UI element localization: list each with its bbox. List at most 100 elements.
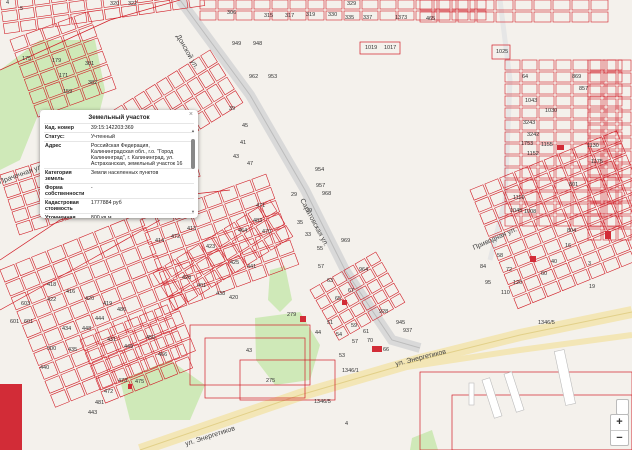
parcel-number-label: 63 — [327, 278, 333, 284]
parcel-number-label: 801 — [569, 182, 578, 188]
parcel-number-label: 472 — [104, 389, 113, 395]
popup-field-label: Адрес — [44, 141, 90, 169]
popup-scrollbar[interactable]: ▲ ▼ — [191, 128, 195, 214]
parcel-number-label: 937 — [403, 328, 412, 334]
zoom-out-button[interactable]: − — [611, 431, 628, 446]
parcel-number-label: 945 — [396, 320, 405, 326]
popup-field-label: Кадастровая стоимость — [44, 198, 90, 214]
parcel-number-label: 3242 — [527, 132, 539, 138]
parcel-number-label: 472 — [171, 234, 180, 240]
parcel-number-label: 422 — [47, 297, 56, 303]
parcel-number-label: 964 — [359, 267, 368, 273]
parcel-number-label: 1019 — [365, 45, 377, 51]
popup-field-label: Статус: — [44, 132, 90, 142]
parcel-number-label: 1346/5 — [538, 320, 555, 326]
parcel-number-label: 4 — [6, 0, 9, 6]
popup-field-value: 800 кв м — [89, 213, 194, 218]
parcel-number-label: 431 — [107, 337, 116, 343]
parcel-number-label: 65 — [335, 296, 341, 302]
parcel-number-label: 58 — [497, 253, 503, 259]
parcel-number-label: 19 — [589, 284, 595, 290]
parcel-number-label: 928 — [379, 309, 388, 315]
parcel-number-label: 315 — [264, 13, 273, 19]
parcel-number-label: 954 — [315, 167, 324, 173]
close-icon[interactable]: × — [189, 111, 193, 118]
parcel-number-label: 175 — [22, 56, 31, 62]
parcel-number-label: 481 — [95, 400, 104, 406]
parcel-number-label: 59 — [351, 323, 357, 329]
popup-field-value: - — [89, 183, 194, 199]
parcel-number-label: 330 — [328, 12, 337, 18]
parcel-number-label: 953 — [268, 74, 277, 80]
parcel-number-label: 401 — [197, 283, 206, 289]
parcel-number-label: 1373 — [395, 15, 407, 21]
parcel-number-label: 471 — [256, 203, 265, 209]
parcel-number-label: 420 — [85, 296, 94, 302]
zoom-control: + − — [610, 414, 629, 446]
parcel-number-label: 64 — [522, 74, 528, 80]
parcel-number-label: 1130 — [587, 143, 599, 149]
parcel-number-label: 3 — [588, 261, 591, 267]
popup-row: Кадастровая стоимость 1777884 руб — [44, 198, 194, 214]
popup-field-label: Категория земель — [44, 168, 90, 184]
scroll-down-icon[interactable]: ▼ — [191, 209, 195, 214]
parcel-info-popup: Земельный участок × Кад. номер 39:15:1422… — [40, 110, 198, 218]
parcel-number-label: 601 — [10, 319, 19, 325]
parcel-number-label: 51 — [327, 320, 333, 326]
parcel-number-label: 60 — [541, 271, 547, 277]
zoom-in-button[interactable]: + — [611, 415, 628, 431]
popup-field-value: Земли населенных пунктов — [89, 168, 194, 184]
parcel-number-label: 416 — [66, 289, 75, 295]
parcel-number-label: 857 — [579, 86, 588, 92]
popup-field-value: Учтенный — [89, 132, 194, 142]
parcel-number-label: 441 — [247, 264, 256, 270]
parcel-number-label: 1346/5 — [314, 399, 331, 405]
parcel-number-label: 804 — [567, 228, 576, 234]
parcel-number-label: 61 — [363, 329, 369, 335]
parcel-number-label: 969 — [341, 238, 350, 244]
parcel-number-label: 1116 — [513, 195, 524, 201]
parcel-number-label: 466 — [158, 352, 167, 358]
scroll-up-icon[interactable]: ▲ — [191, 128, 195, 133]
parcel-number-label: 1175 — [591, 159, 603, 165]
parcel-number-label: 171 — [59, 73, 68, 79]
parcel-number-label: 70 — [367, 338, 373, 344]
parcel-number-label: 67 — [348, 288, 354, 294]
parcel-number-label: 66 — [383, 347, 389, 353]
cadastral-map[interactable]: 45320 322306 315 317 319 330 335 337 1373 4653291… — [0, 0, 632, 450]
popup-field-value: 1777884 руб — [89, 198, 194, 214]
parcel-number-label: 425 — [230, 260, 239, 266]
parcel-number-label: 47 — [247, 161, 253, 167]
parcel-number-label: 500 — [47, 346, 56, 352]
parcel-number-label: 110 — [501, 290, 510, 296]
parcel-number-label: 43 — [246, 348, 252, 354]
parcel-number-label: 475 — [135, 379, 144, 385]
parcel-number-label: 428 — [182, 275, 191, 281]
parcel-number-label: 320 — [110, 1, 119, 7]
parcel-number-label: 319 — [306, 12, 315, 18]
parcel-number-label: 1045 — [510, 208, 522, 214]
parcel-number-label: 381 — [85, 61, 94, 67]
parcel-number-label: 413 — [187, 226, 196, 232]
parcel-number-label: 120 — [513, 280, 522, 286]
parcel-number-label: 473 — [118, 378, 127, 384]
popup-row: Кад. номер 39:15:142203:369 — [44, 123, 194, 133]
parcel-number-label: 179 — [52, 58, 61, 64]
parcel-number-label: 948 — [253, 41, 262, 47]
parcel-number-label: 5 — [20, 6, 23, 12]
parcel-number-label: 443 — [88, 410, 97, 416]
popup-row: Категория земель Земли населенных пунктов — [44, 168, 194, 184]
parcel-number-label: 450 — [146, 335, 155, 341]
parcel-number-label: 335 — [345, 15, 354, 21]
map-side-control[interactable] — [616, 399, 629, 415]
parcel-number-label: 322 — [128, 1, 137, 7]
parcel-number-label: 40 — [551, 259, 557, 265]
popup-field-value: 39:15:142203:369 — [89, 123, 194, 133]
parcel-number-label: 44 — [315, 330, 321, 336]
parcel-number-label: 329 — [347, 1, 356, 7]
parcel-number-label: 438 — [216, 291, 225, 297]
parcel-number-label: 29 — [291, 192, 297, 198]
scrollbar-thumb[interactable] — [191, 139, 195, 169]
parcel-number-label: 54 — [336, 332, 342, 338]
parcel-number-label: 601 — [24, 319, 33, 325]
